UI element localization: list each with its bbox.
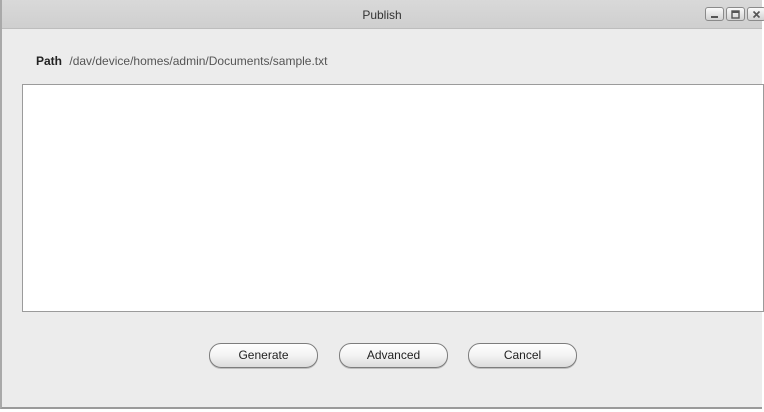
- maximize-button[interactable]: [726, 7, 745, 21]
- advanced-button[interactable]: Advanced: [339, 343, 448, 368]
- minimize-icon: [711, 15, 718, 18]
- generate-button[interactable]: Generate: [209, 343, 318, 368]
- title-bar[interactable]: Publish: [2, 0, 764, 29]
- publish-dialog: Publish Path /dav/device/homes/admin/Doc…: [0, 0, 764, 409]
- cancel-button[interactable]: Cancel: [468, 343, 577, 368]
- window-title: Publish: [362, 8, 402, 22]
- path-label: Path: [36, 54, 63, 68]
- window-controls: [705, 7, 764, 21]
- maximize-icon: [731, 9, 740, 19]
- close-icon: [752, 10, 761, 18]
- minimize-button[interactable]: [705, 7, 724, 21]
- publish-text-area[interactable]: [22, 84, 764, 312]
- close-button[interactable]: [747, 7, 764, 21]
- path-value: /dav/device/homes/admin/Documents/sample…: [69, 54, 328, 68]
- path-row: Path /dav/device/homes/admin/Documents/s…: [36, 54, 327, 68]
